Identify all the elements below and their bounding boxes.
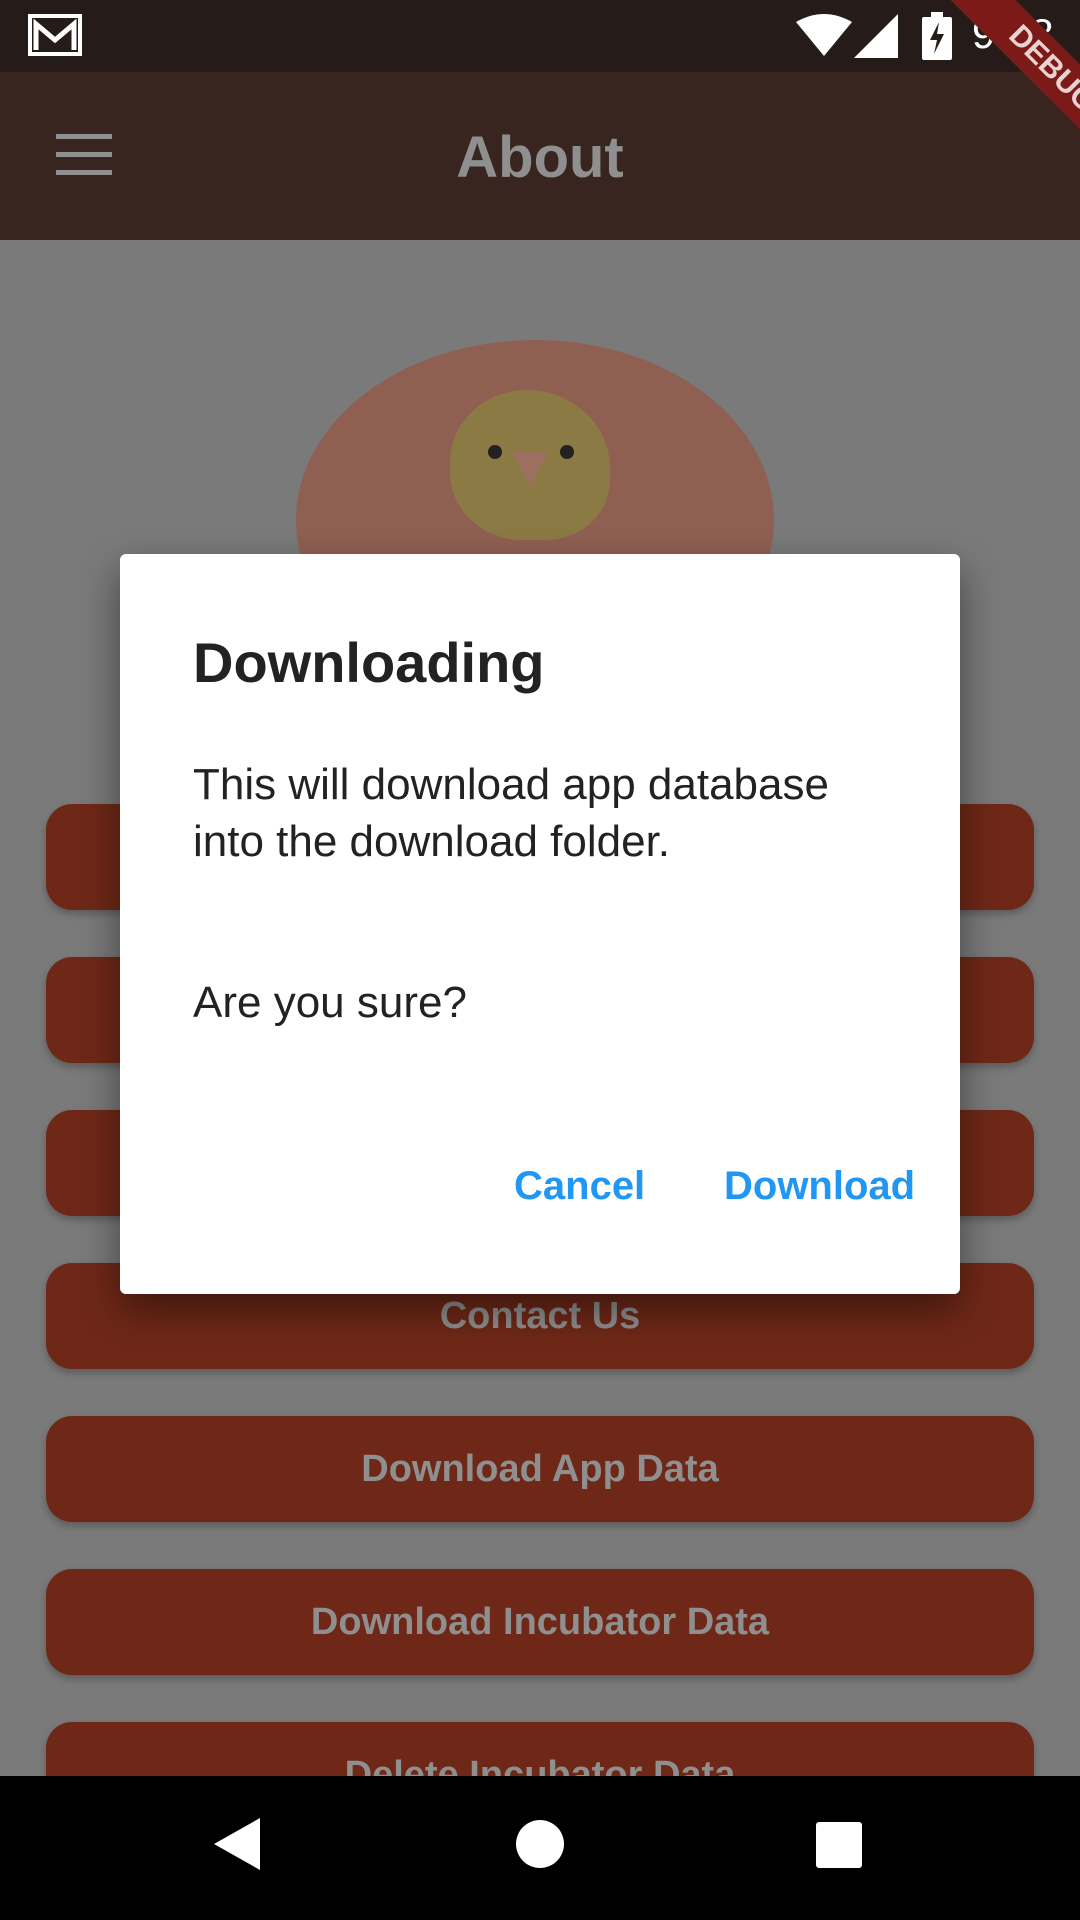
gmail-icon [28, 14, 82, 61]
cancel-button[interactable]: Cancel [514, 1164, 645, 1209]
clock: 9:08 [972, 10, 1054, 57]
dialog-message: This will download app database into the… [193, 760, 829, 866]
delete-incubator-data-button[interactable]: Delete Incubator Data [46, 1722, 1034, 1776]
home-icon[interactable] [514, 1818, 566, 1875]
download-button[interactable]: Download [724, 1164, 915, 1209]
status-bar: 9:08 [0, 0, 1080, 72]
download-incubator-data-button[interactable]: Download Incubator Data [46, 1569, 1034, 1675]
download-confirm-dialog: Downloading This will download app datab… [120, 554, 960, 1294]
download-app-data-button[interactable]: Download App Data [46, 1416, 1034, 1522]
battery-charging-icon [922, 12, 952, 65]
chick-eye [488, 445, 502, 459]
chick-beak [512, 452, 548, 486]
system-nav-bar [0, 1776, 1080, 1920]
recents-icon[interactable] [816, 1822, 862, 1873]
dialog-title: Downloading [193, 631, 545, 694]
chick-eye [560, 445, 574, 459]
dialog-question: Are you sure? [193, 978, 467, 1027]
back-icon[interactable] [214, 1818, 260, 1875]
chick-logo [450, 390, 610, 540]
wifi-icon [796, 14, 852, 61]
signal-icon [854, 14, 898, 63]
app-bar: About [0, 72, 1080, 240]
page-title: About [456, 125, 624, 190]
